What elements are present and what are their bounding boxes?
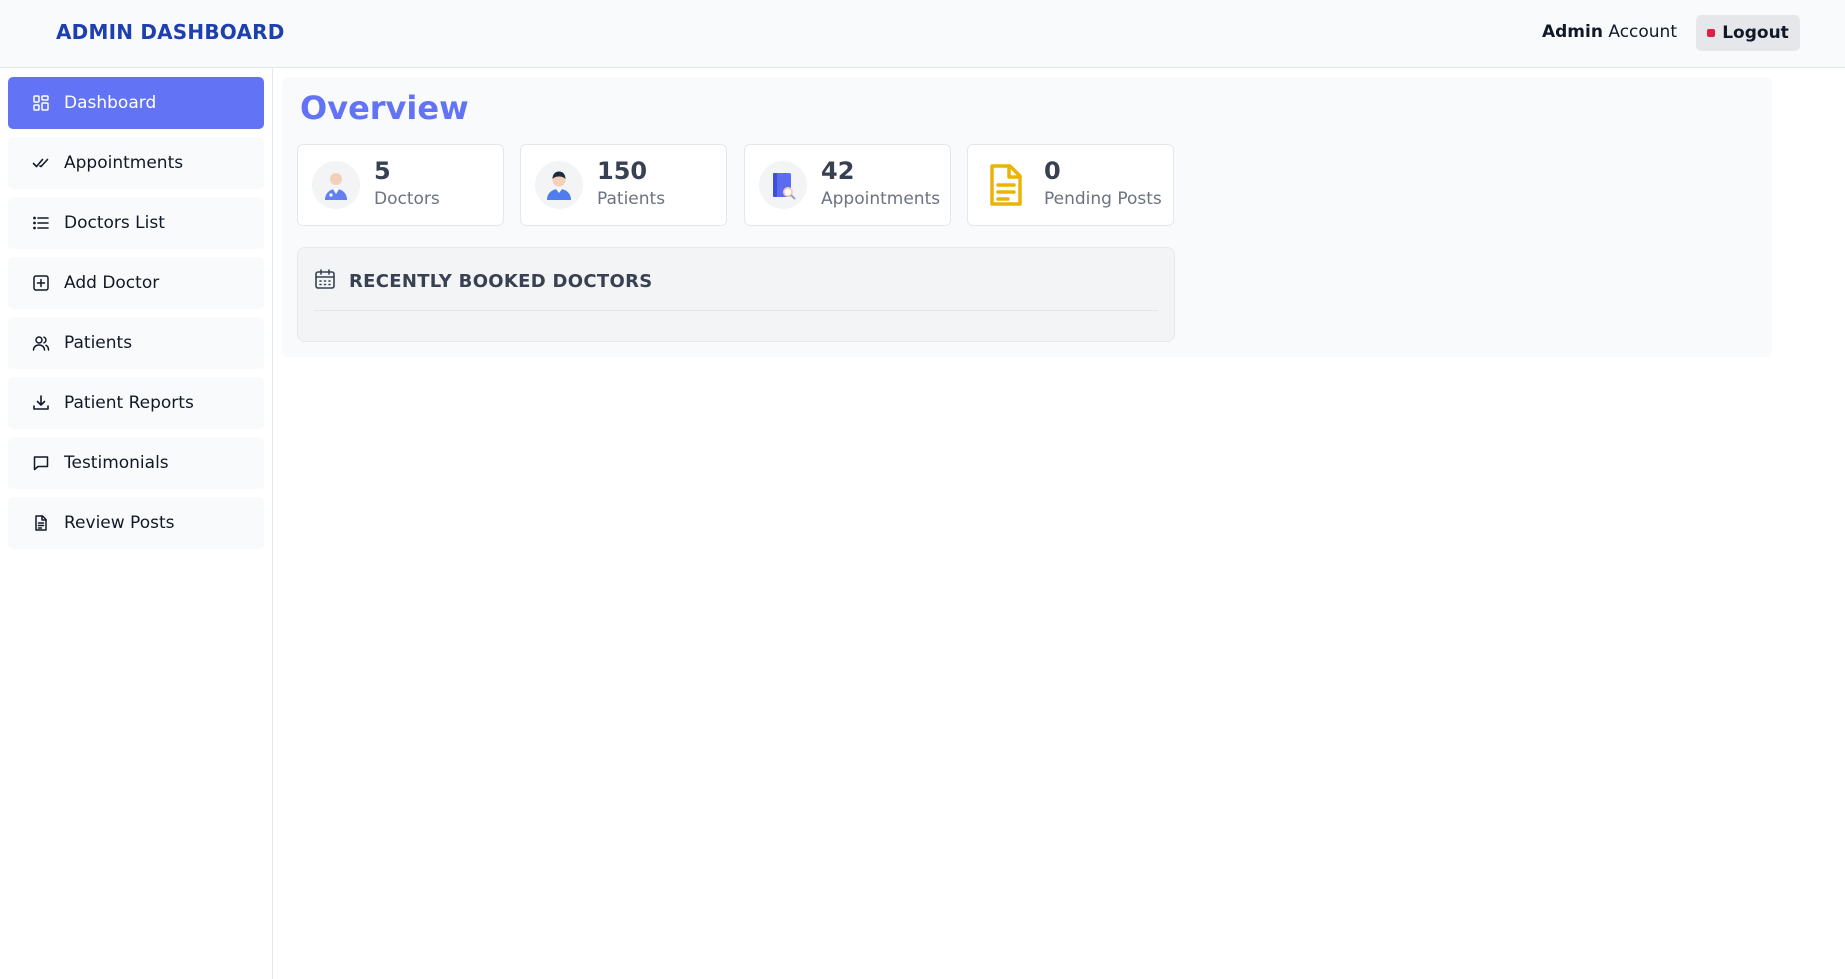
stat-card-patients: 150 Patients	[520, 144, 727, 226]
stat-value: 5	[374, 157, 391, 185]
app-title: ADMIN DASHBOARD	[56, 20, 285, 44]
sidebar-item-label: Add Doctor	[64, 273, 160, 293]
double-check-icon	[32, 154, 50, 172]
patient-avatar-icon	[535, 161, 583, 209]
stat-label: Appointments	[821, 189, 941, 209]
divider	[314, 310, 1158, 311]
page-title: Overview	[300, 89, 469, 127]
sidebar-item-label: Appointments	[64, 153, 184, 173]
sidebar-item-label: Testimonials	[64, 453, 169, 473]
appointment-book-icon	[759, 161, 807, 209]
stat-label: Patients	[597, 189, 666, 209]
stat-label: Pending Posts	[1044, 189, 1162, 209]
account-text: Account	[1602, 22, 1677, 42]
stat-card-appointments: 42 Appointments	[744, 144, 951, 226]
sidebar-item-label: Review Posts	[64, 513, 175, 533]
sidebar-item-patient-reports[interactable]: Patient Reports	[8, 377, 264, 429]
recent-doctors-title: RECENTLY BOOKED DOCTORS	[349, 271, 653, 292]
stat-value: 150	[597, 157, 648, 185]
pending-document-icon	[982, 161, 1030, 209]
sidebar-item-appointments[interactable]: Appointments	[8, 137, 264, 189]
sidebar-item-label: Doctors List	[64, 213, 165, 233]
stat-card-doctors: 5 Doctors	[297, 144, 504, 226]
sidebar-item-dashboard[interactable]: Dashboard	[8, 77, 264, 129]
list-icon	[32, 214, 50, 232]
recent-doctors-header: RECENTLY BOOKED DOCTORS	[314, 268, 653, 295]
calendar-icon	[314, 268, 336, 295]
top-header: ADMIN DASHBOARD Admin Account Logout	[0, 0, 1845, 68]
dashboard-grid-icon	[32, 94, 50, 112]
recent-doctors-card: RECENTLY BOOKED DOCTORS	[297, 247, 1175, 342]
sidebar-item-label: Dashboard	[64, 93, 157, 113]
sidebar-item-patients[interactable]: Patients	[8, 317, 264, 369]
download-icon	[32, 394, 50, 412]
sidebar: Dashboard Appointments Doctors List Add …	[0, 68, 273, 979]
sidebar-item-label: Patient Reports	[64, 393, 194, 413]
document-icon	[32, 514, 50, 532]
doctor-avatar-icon	[312, 161, 360, 209]
stat-label: Doctors	[374, 189, 440, 209]
stat-value: 0	[1044, 157, 1061, 185]
stat-card-pending-posts: 0 Pending Posts	[967, 144, 1174, 226]
logout-dot-icon	[1707, 29, 1716, 37]
sidebar-item-add-doctor[interactable]: Add Doctor	[8, 257, 264, 309]
logout-label: Logout	[1722, 23, 1789, 43]
logout-button[interactable]: Logout	[1696, 15, 1800, 51]
sidebar-item-label: Patients	[64, 333, 133, 353]
users-icon	[32, 334, 50, 352]
overview-panel: Overview 5 Doctors 150 Patients 42 Appoi…	[282, 77, 1772, 357]
plus-square-icon	[32, 274, 50, 292]
sidebar-item-testimonials[interactable]: Testimonials	[8, 437, 264, 489]
account-role: Admin	[1541, 22, 1603, 42]
stat-value: 42	[821, 157, 855, 185]
message-icon	[32, 454, 50, 472]
sidebar-item-doctors-list[interactable]: Doctors List	[8, 197, 264, 249]
account-label: Admin Account	[1542, 22, 1677, 42]
sidebar-item-review-posts[interactable]: Review Posts	[8, 497, 264, 549]
